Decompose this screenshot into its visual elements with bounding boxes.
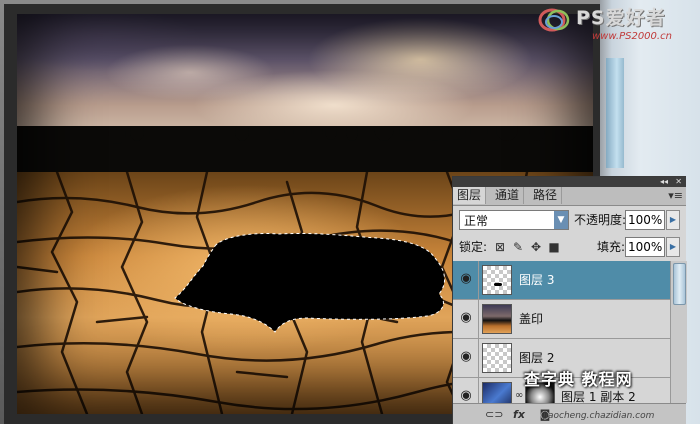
scroll-thumb[interactable] <box>673 263 686 305</box>
watermark-url: www.PS2000.cn <box>592 31 672 42</box>
fill-slider-arrow-icon[interactable]: ▶ <box>666 237 680 257</box>
tab-paths[interactable]: 路径 <box>529 187 563 204</box>
lock-fill-row: 锁定: ⊠ ✎ ✥ ■ 填充: 100% ▶ <box>453 235 686 259</box>
layer-name[interactable]: 盖印 <box>519 300 543 338</box>
layer-divider <box>478 300 479 338</box>
eye-icon[interactable]: ◉ <box>457 270 475 288</box>
watermark-bottom: 查字典 教程网 <box>524 366 694 400</box>
opacity-slider-arrow-icon[interactable]: ▶ <box>666 210 680 230</box>
watermark-bottom-text: 查字典 教程网 <box>524 370 633 389</box>
panel-tabs: 图层 通道 路径 ▾≡ <box>453 187 686 206</box>
fill-label: 填充: <box>597 240 626 254</box>
panel-menu-icon[interactable]: ▾≡ <box>668 189 683 202</box>
move-icon[interactable]: ✥ <box>529 240 543 254</box>
fill-input[interactable]: 100% <box>625 237 665 257</box>
layer-thumbnail <box>482 382 512 403</box>
chevron-down-icon[interactable]: ▼ <box>554 211 568 229</box>
layer-row[interactable]: ◉ 盖印 <box>453 300 670 339</box>
watermark-top: PS爱好者 www.PS2000.cn <box>536 3 696 51</box>
double-arrow-icon[interactable]: ◂◂ <box>660 177 668 187</box>
close-icon[interactable]: ✕ <box>675 177 682 187</box>
blend-opacity-row: 正常 ▼ 不透明度: 100% ▶ <box>453 207 686 233</box>
fx-icon[interactable]: fx <box>511 407 527 423</box>
opacity-label: 不透明度: <box>574 213 627 227</box>
watermark-brand: PS爱好者 <box>576 7 666 29</box>
layer-divider <box>478 378 479 403</box>
layer-row[interactable]: ◉ 图层 3 <box>453 261 670 300</box>
layer-divider <box>478 261 479 299</box>
layer-thumbnail <box>482 343 512 373</box>
panel-title-bar: ◂◂ ✕ <box>453 177 686 187</box>
layer-thumbnail <box>482 304 512 334</box>
tab-channels[interactable]: 通道 <box>491 187 525 204</box>
link-chain-icon: ∞ <box>515 390 524 401</box>
lock-transparent-icon[interactable]: ⊠ <box>493 240 507 254</box>
blend-mode-value: 正常 <box>464 214 489 228</box>
panel-bottom-bar: ⊂⊃ fx ◙ jiaocheng.chazidian.com <box>453 403 686 424</box>
blend-mode-select[interactable]: 正常 ▼ <box>459 210 569 230</box>
layer-divider <box>478 339 479 377</box>
tab-layers[interactable]: 图层 <box>453 187 487 204</box>
photoshop-window: PS爱好者 www.PS2000.cn ◂◂ ✕ 图层 通道 路径 ▾≡ 正常 … <box>0 0 700 424</box>
eye-icon[interactable]: ◉ <box>457 309 475 327</box>
brush-icon[interactable]: ✎ <box>511 240 525 254</box>
link-icon[interactable]: ⊂⊃ <box>485 407 503 423</box>
eye-icon[interactable]: ◉ <box>457 348 475 366</box>
lock-icon[interactable]: ■ <box>547 240 561 254</box>
layer-name[interactable]: 图层 3 <box>519 261 554 299</box>
lock-label: 锁定: <box>459 240 488 254</box>
panel-strip-bar <box>606 58 624 168</box>
layer-thumbnail <box>482 265 512 295</box>
site-watermark: jiaocheng.chazidian.com <box>543 411 655 421</box>
opacity-input[interactable]: 100% <box>625 210 665 230</box>
ps-logo-icon <box>538 8 570 32</box>
eye-icon[interactable]: ◉ <box>457 387 475 403</box>
